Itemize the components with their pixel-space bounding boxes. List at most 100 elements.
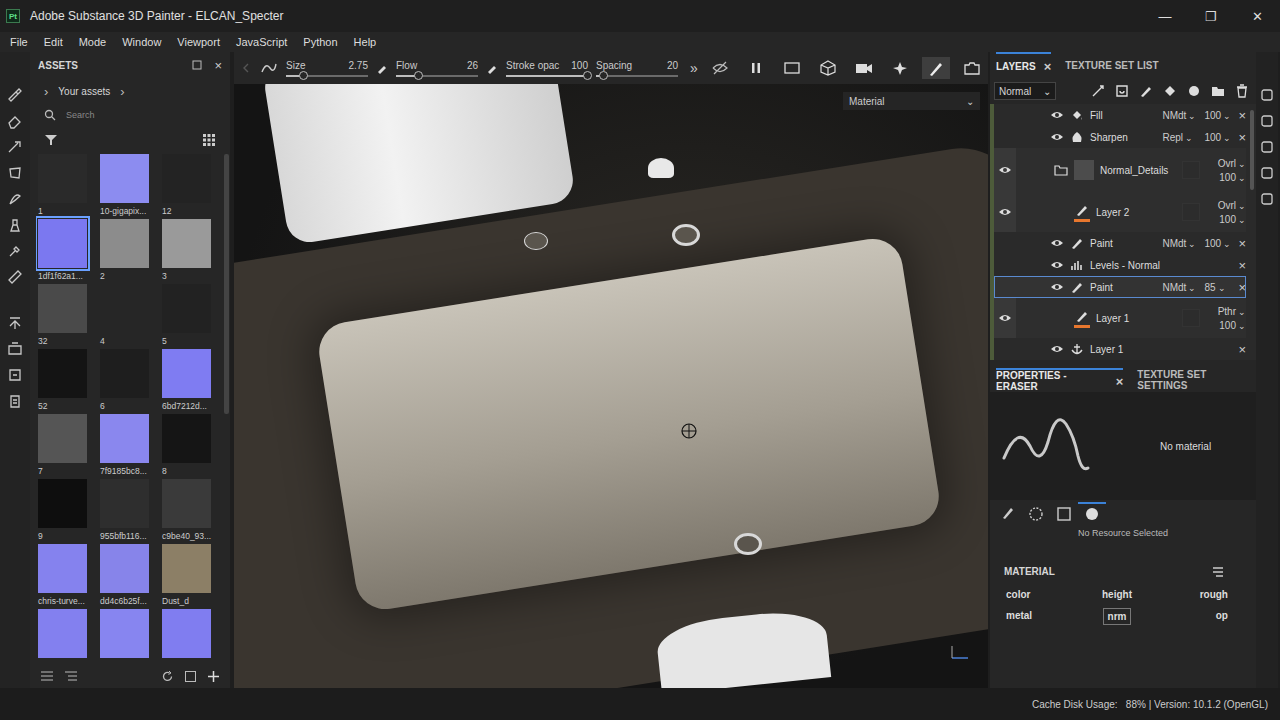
layer-row[interactable]: Layer 1× (994, 338, 1246, 360)
light-icon[interactable] (886, 57, 914, 79)
asset-item[interactable]: chris-turve... (36, 544, 98, 609)
layer-row[interactable]: Levels - Normal× (994, 254, 1246, 276)
bake-icon[interactable] (6, 314, 24, 332)
hide-icon[interactable] (706, 57, 734, 79)
layer-row[interactable]: PaintNMdt⌄85⌄× (994, 276, 1246, 298)
clone-icon[interactable] (6, 216, 24, 234)
close-button[interactable]: × (1044, 59, 1052, 74)
asset-item[interactable] (98, 609, 160, 664)
undock-icon[interactable] (192, 60, 202, 70)
effect-icon[interactable] (1090, 83, 1106, 99)
panel-tab[interactable]: TEXTURE SET LIST (1065, 52, 1158, 78)
eye-icon[interactable] (1050, 260, 1064, 270)
asset-item[interactable]: 52 (36, 349, 98, 414)
collapse-icon[interactable] (240, 62, 252, 74)
mask-thumbnail[interactable] (1182, 309, 1200, 327)
fill-layer-icon[interactable] (1162, 83, 1178, 99)
panel-tab[interactable]: LAYERS× (996, 52, 1051, 78)
menu-item[interactable]: JavaScript (228, 36, 295, 48)
panel-tab[interactable]: TEXTURE SET SETTINGS (1137, 368, 1256, 392)
layer-row[interactable]: Layer 1Pthr⌄100⌄ (994, 298, 1246, 338)
menu-icon[interactable] (1212, 567, 1224, 577)
opacity-dropdown[interactable]: 100⌄ (1204, 110, 1232, 121)
stencil-icon[interactable] (1050, 502, 1078, 524)
pen-pressure-icon[interactable] (376, 62, 388, 74)
channel-dropdown[interactable]: Material⌄ (843, 92, 980, 110)
asset-item[interactable]: 12 (160, 154, 222, 219)
material-icon[interactable] (1078, 502, 1106, 524)
picker-icon[interactable] (6, 242, 24, 260)
frame-icon[interactable] (778, 57, 806, 79)
asset-item[interactable]: 8 (160, 414, 222, 479)
scrollbar[interactable] (1250, 110, 1254, 190)
opacity-dropdown[interactable]: 100⌄ (1219, 320, 1246, 331)
channel-toggle[interactable]: op (1212, 608, 1232, 625)
opacity-dropdown[interactable]: 85⌄ (1204, 282, 1232, 293)
screenshot-icon[interactable] (958, 57, 986, 79)
eye-icon[interactable] (1050, 282, 1064, 292)
refresh-icon[interactable] (161, 670, 174, 683)
blend-mode-dropdown[interactable]: Ovrl⌄ (1218, 200, 1246, 211)
list-detail-icon[interactable] (64, 670, 78, 682)
menu-item[interactable]: Edit (36, 36, 71, 48)
asset-item[interactable]: c9be40_93... (160, 479, 222, 544)
asset-item[interactable]: 7f9185bc8... (98, 414, 160, 479)
asset-item[interactable] (36, 609, 98, 664)
mask-icon[interactable] (1114, 83, 1130, 99)
window-control-button[interactable]: — (1142, 9, 1188, 24)
pause-icon[interactable] (742, 57, 770, 79)
measure-icon[interactable] (6, 268, 24, 286)
asset-item[interactable]: 1df1f62a1... (36, 219, 98, 284)
eye-icon[interactable] (998, 313, 1012, 323)
eye-icon[interactable] (1050, 238, 1064, 248)
blend-mode-dropdown[interactable]: Pthr⌄ (1218, 306, 1246, 317)
export-icon[interactable] (6, 366, 24, 384)
paint-layer-icon[interactable] (1138, 83, 1154, 99)
eye-icon[interactable] (1050, 110, 1064, 120)
asset-item[interactable]: 2 (98, 219, 160, 284)
remove-effect-button[interactable]: × (1238, 130, 1246, 145)
channel-toggle[interactable]: metal (1002, 608, 1036, 625)
asset-item[interactable]: 4 (98, 284, 160, 349)
menu-item[interactable]: Viewport (169, 36, 228, 48)
brush-icon[interactable] (6, 86, 24, 104)
eye-icon[interactable] (1050, 344, 1064, 354)
opacity-dropdown[interactable]: 100⌄ (1219, 172, 1246, 183)
layer-row[interactable]: FillNMdt⌄100⌄× (994, 104, 1246, 126)
add-icon[interactable] (207, 670, 220, 683)
eye-icon[interactable] (998, 207, 1012, 217)
3d-viewport[interactable]: Material⌄ (234, 84, 988, 688)
asset-item[interactable]: 9 (36, 479, 98, 544)
close-button[interactable]: × (1116, 374, 1124, 389)
channel-toggle[interactable]: nrm (1103, 608, 1132, 625)
delete-icon[interactable] (1234, 83, 1250, 99)
search-field[interactable]: Search (38, 104, 222, 126)
texture-icon[interactable] (1022, 502, 1050, 524)
window-control-button[interactable]: ❐ (1188, 9, 1234, 24)
shelf-icon[interactable] (1260, 166, 1274, 180)
blend-mode-dropdown[interactable]: Repl⌄ (1162, 132, 1198, 143)
window-control-button[interactable]: ✕ (1234, 9, 1280, 24)
asset-item[interactable]: 5 (160, 284, 222, 349)
asset-item[interactable]: 3 (160, 219, 222, 284)
channel-toggle[interactable]: height (1098, 587, 1136, 602)
settings-icon[interactable] (1260, 114, 1274, 128)
slider-knob[interactable] (299, 71, 308, 80)
asset-item[interactable]: Dust_d (160, 544, 222, 609)
menu-item[interactable]: Help (346, 36, 385, 48)
slider-knob[interactable] (414, 71, 423, 80)
layer-row[interactable]: PaintNMdt⌄100⌄× (994, 232, 1246, 254)
render-icon[interactable] (6, 340, 24, 358)
eye-icon[interactable] (998, 165, 1012, 175)
new-window-icon[interactable] (184, 670, 197, 683)
close-button[interactable]: × (214, 58, 222, 73)
share-icon[interactable] (6, 392, 24, 410)
filter-icon[interactable] (44, 133, 58, 147)
opacity-dropdown[interactable]: 100⌄ (1204, 132, 1232, 143)
substance-icon[interactable] (1260, 192, 1274, 206)
cube-icon[interactable] (814, 57, 842, 79)
channel-toggle[interactable]: color (1002, 587, 1034, 602)
folder-icon[interactable] (1210, 83, 1226, 99)
eye-icon[interactable] (1050, 132, 1064, 142)
slider-knob[interactable] (599, 71, 608, 80)
